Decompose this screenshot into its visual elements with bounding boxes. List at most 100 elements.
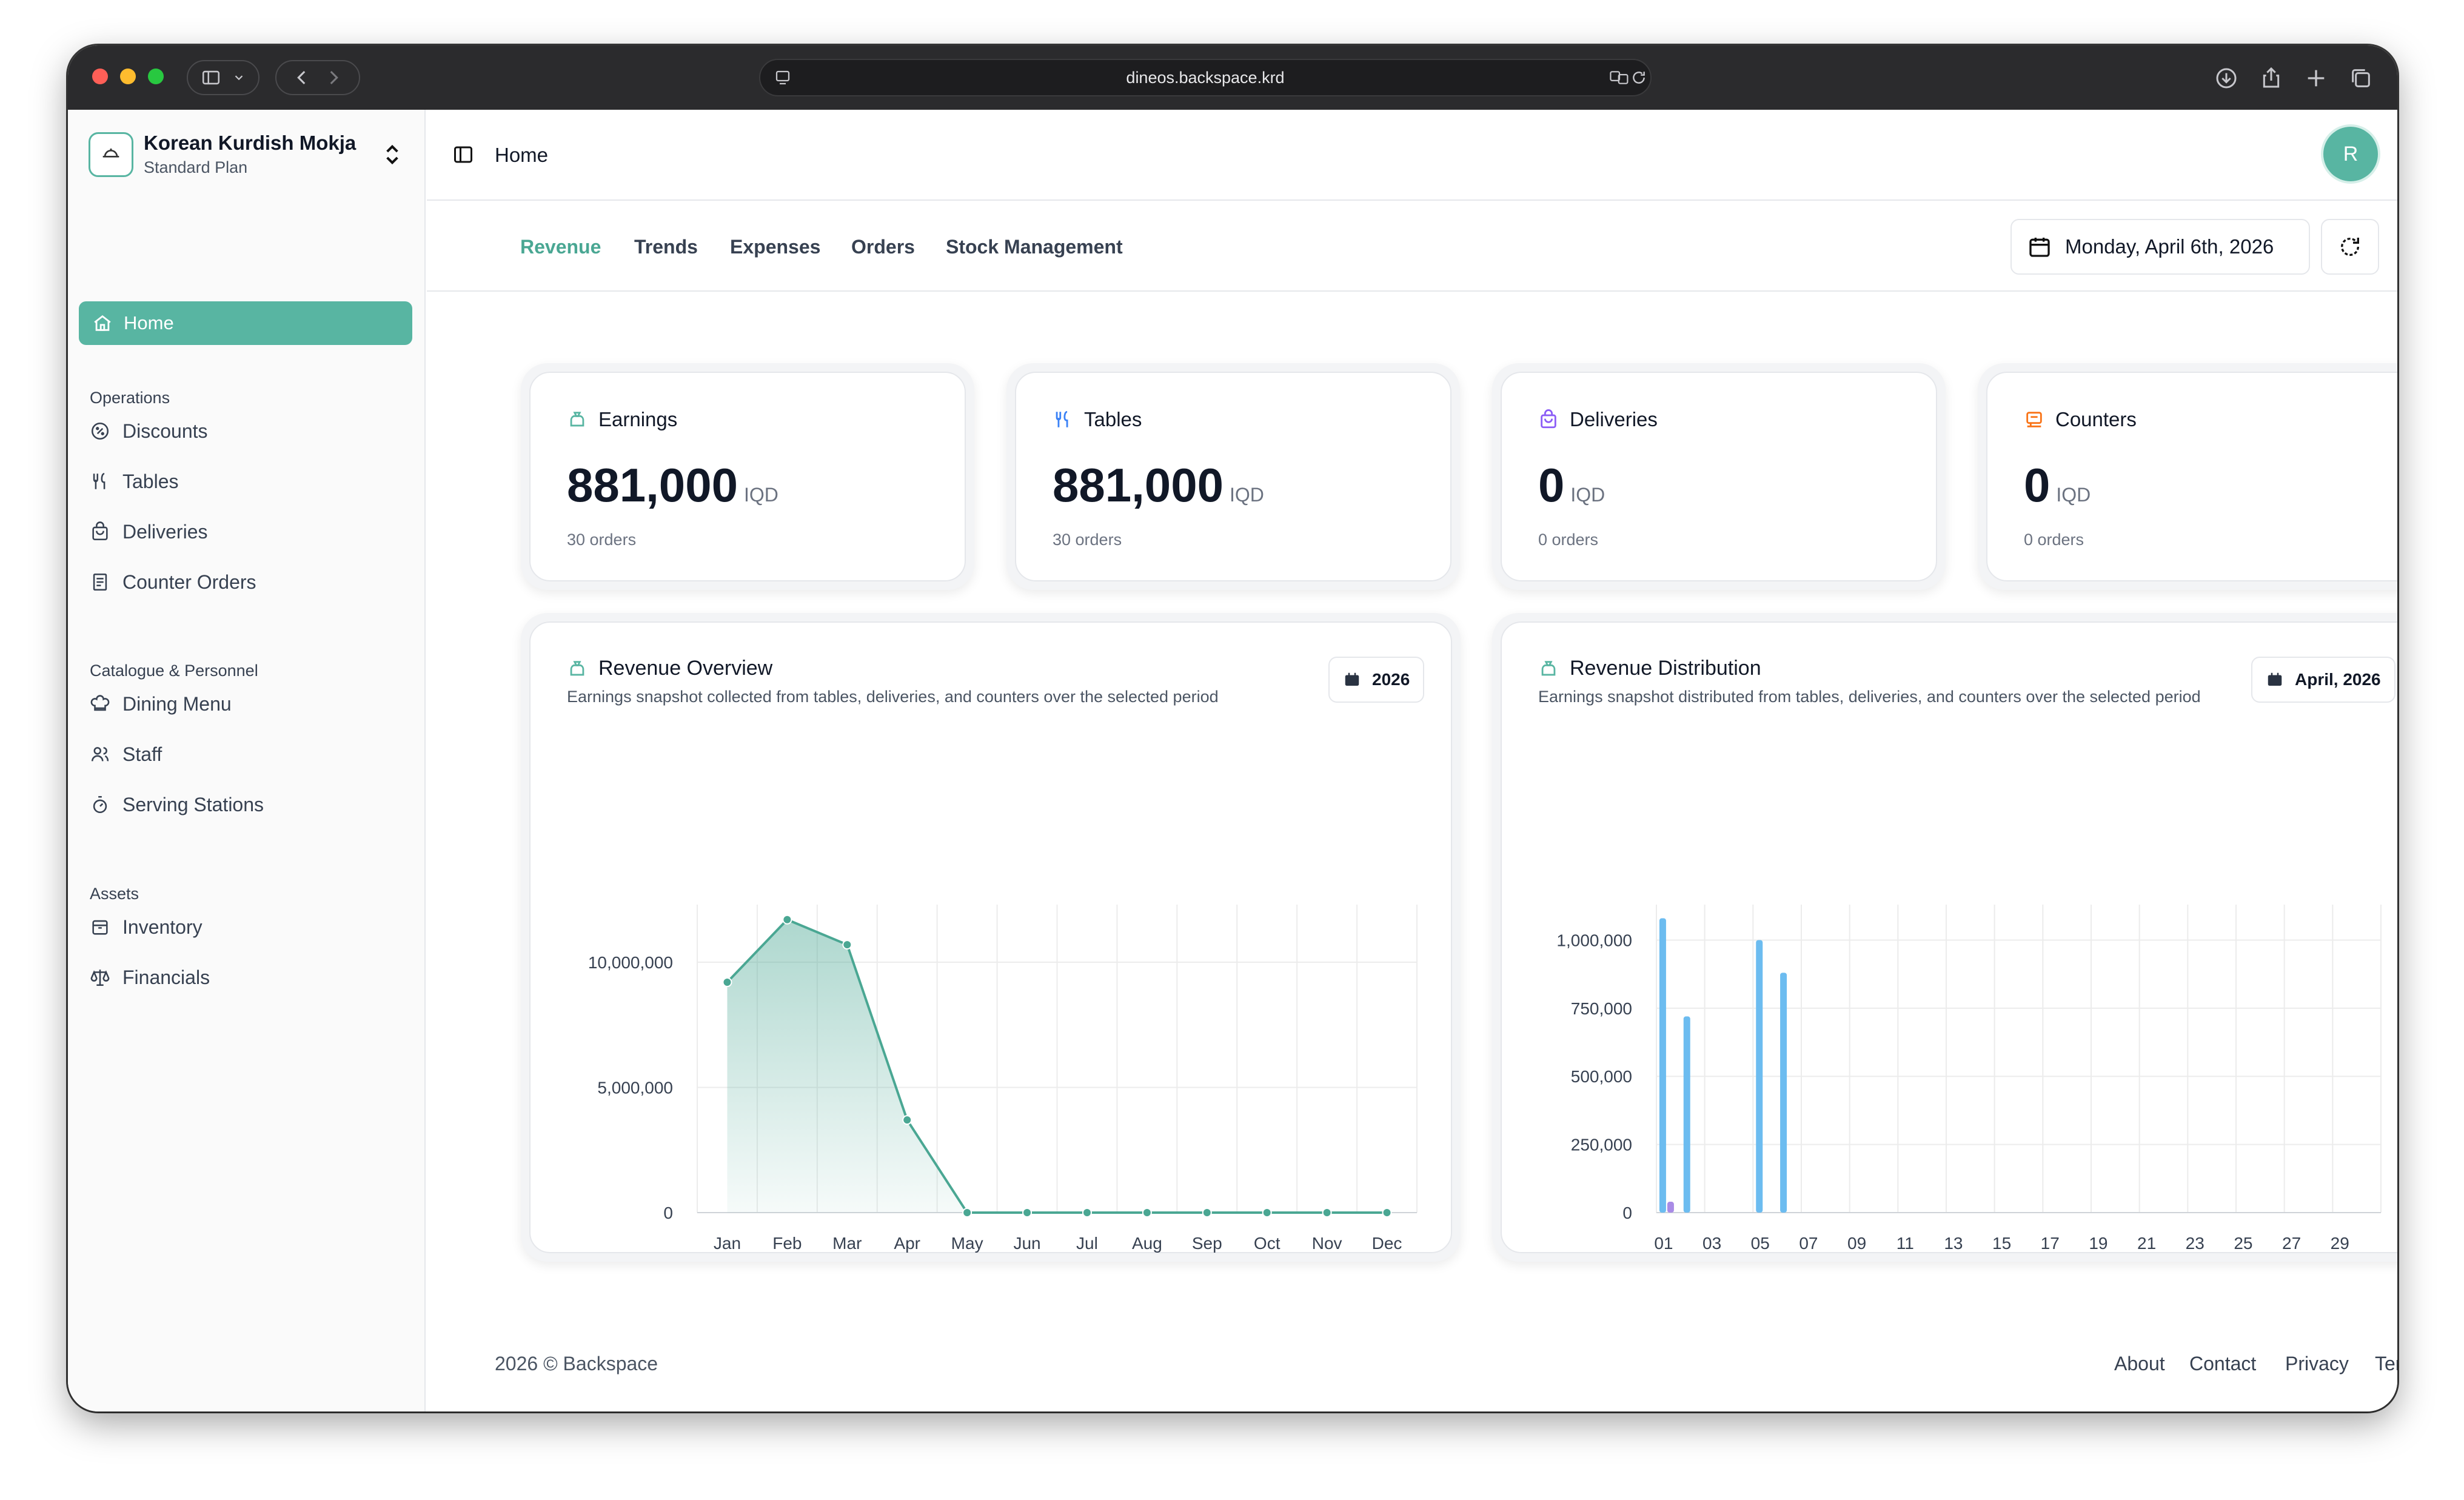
x-tick-label: 11	[1897, 1234, 1914, 1253]
money-bag-icon	[570, 660, 584, 675]
stat-orders: 30 orders	[567, 531, 637, 549]
minimize-window-button[interactable]	[120, 69, 136, 84]
chevron-up-down-icon[interactable]	[383, 142, 401, 167]
downloads-icon[interactable]	[2214, 66, 2238, 90]
sidebar-item-label: Deliveries	[122, 520, 208, 543]
brand-logo	[89, 132, 133, 177]
footer-link-about[interactable]: About	[2114, 1353, 2165, 1375]
share-icon[interactable]	[2259, 65, 2283, 90]
calendar-icon	[1345, 672, 1359, 686]
date-label: Monday, April 6th, 2026	[2065, 235, 2274, 258]
chef-hat-icon	[90, 695, 110, 711]
y-tick-label: 250,000	[1571, 1136, 1632, 1154]
chart-title: Revenue Overview	[567, 657, 772, 680]
x-tick-label: Apr	[894, 1234, 920, 1253]
stat-title: Counters	[2024, 408, 2137, 431]
y-tick-label: 0	[1622, 1204, 1632, 1222]
tab-orders[interactable]: Orders	[851, 236, 915, 258]
section-label-catalogue: Catalogue & Personnel	[90, 661, 258, 680]
x-tick-label: Nov	[1312, 1234, 1342, 1253]
forward-icon[interactable]	[323, 67, 344, 88]
refresh-button[interactable]	[2321, 219, 2379, 275]
stat-title: Earnings	[567, 408, 677, 431]
sidebar-item-label: Dining Menu	[122, 692, 232, 715]
new-tab-icon[interactable]	[2304, 66, 2328, 90]
sidebar-item-home[interactable]: Home	[79, 301, 412, 345]
browser-window: dineos.backspace.krd Korean Kurdish Mokj…	[68, 45, 2397, 1411]
sidebar-item-counter-orders[interactable]: Counter Orders	[90, 564, 256, 600]
avatar[interactable]: R	[2323, 127, 2378, 181]
footer-link-contact[interactable]: Contact	[2189, 1353, 2256, 1375]
stat-value: 0 IQD	[1538, 458, 1605, 513]
panel-toggle-icon[interactable]	[452, 144, 474, 166]
tab-stock-management[interactable]: Stock Management	[946, 236, 1123, 258]
reload-icon[interactable]	[1631, 70, 1647, 85]
month-picker-button[interactable]: April, 2026	[2251, 657, 2395, 703]
x-tick-label: 19	[2089, 1234, 2107, 1253]
x-tick-label: 17	[2041, 1234, 2060, 1253]
bag-icon	[1541, 409, 1556, 429]
sidebar-item-dining-menu[interactable]: Dining Menu	[90, 686, 232, 722]
brand-name: Korean Kurdish Mokja	[144, 132, 357, 154]
x-tick-label: 13	[1944, 1234, 1963, 1253]
y-tick-label: 10,000,000	[588, 953, 673, 972]
x-tick-label: 01	[1654, 1234, 1673, 1253]
sidebar-item-discounts[interactable]: Discounts	[90, 413, 208, 449]
footer-link-privacy[interactable]: Privacy	[2285, 1353, 2349, 1375]
sidebar-toggle-button[interactable]	[187, 60, 259, 95]
y-tick-label: 5,000,000	[597, 1078, 673, 1097]
revenue-distribution-card: Revenue Distribution Earnings snapshot d…	[1492, 613, 2397, 1262]
x-tick-label: 25	[2234, 1234, 2252, 1253]
date-picker-button[interactable]: Monday, April 6th, 2026	[2010, 219, 2310, 275]
stat-title: Tables	[1053, 408, 1142, 431]
sidebar-item-tables[interactable]: Tables	[90, 463, 179, 500]
footer-link-terms[interactable]: Terms	[2375, 1353, 2397, 1375]
refresh-icon	[2341, 238, 2360, 256]
stat-value: 0 IQD	[2024, 458, 2091, 513]
sidebar-item-staff[interactable]: Staff	[90, 736, 162, 772]
translate-icon[interactable]	[1609, 69, 1630, 87]
address-bar[interactable]: dineos.backspace.krd	[759, 59, 1652, 96]
tab-revenue[interactable]: Revenue	[520, 236, 601, 258]
x-tick-label: May	[951, 1234, 983, 1253]
sidebar-item-label: Counter Orders	[122, 571, 256, 593]
page-header: Home R	[427, 110, 2397, 201]
sidebar-item-financials[interactable]: Financials	[90, 959, 210, 996]
revenue-point	[782, 914, 792, 925]
revenue-point	[1382, 1208, 1392, 1217]
y-tick-label: 500,000	[1571, 1067, 1632, 1086]
stat-orders: 30 orders	[1053, 531, 1122, 549]
revenue-point	[962, 1208, 973, 1217]
sidebar-item-deliveries[interactable]: Deliveries	[90, 514, 207, 550]
back-icon[interactable]	[292, 67, 312, 88]
stat-unit: IQD	[1229, 484, 1264, 506]
tab-expenses[interactable]: Expenses	[730, 236, 820, 258]
zoom-window-button[interactable]	[148, 69, 164, 84]
y-tick-label: 1,000,000	[1556, 931, 1632, 949]
revenue-point	[902, 1115, 912, 1125]
x-tick-label: Oct	[1254, 1234, 1281, 1253]
close-window-button[interactable]	[92, 69, 108, 84]
revenue-point	[1082, 1208, 1092, 1217]
register-icon	[2026, 412, 2042, 427]
sidebar-item-serving-stations[interactable]: Serving Stations	[90, 786, 264, 823]
sidebar-item-label: Discounts	[122, 420, 208, 442]
tab-overview-icon[interactable]	[2349, 66, 2373, 90]
sidebar-item-label: Tables	[122, 470, 179, 492]
stat-unit: IQD	[743, 484, 778, 506]
year-picker-button[interactable]: 2026	[1328, 657, 1425, 703]
y-tick-label: 0	[663, 1204, 673, 1222]
home-icon	[94, 315, 111, 331]
sidebar-item-inventory[interactable]: Inventory	[90, 909, 203, 945]
section-label-operations: Operations	[90, 389, 170, 407]
bar-tables	[1780, 973, 1787, 1213]
url-text: dineos.backspace.krd	[1126, 69, 1285, 87]
x-tick-label: 15	[1992, 1234, 2011, 1253]
x-tick-label: 21	[2137, 1234, 2156, 1253]
tab-trends[interactable]: Trends	[634, 236, 698, 258]
stat-number: 0	[2024, 458, 2051, 512]
sidebar-item-label: Home	[124, 312, 174, 333]
stat-card-tables: Tables 881,000 IQD 30 orders	[1006, 363, 1460, 590]
x-tick-label: Dec	[1372, 1234, 1402, 1253]
stat-orders: 0 orders	[1538, 531, 1599, 549]
